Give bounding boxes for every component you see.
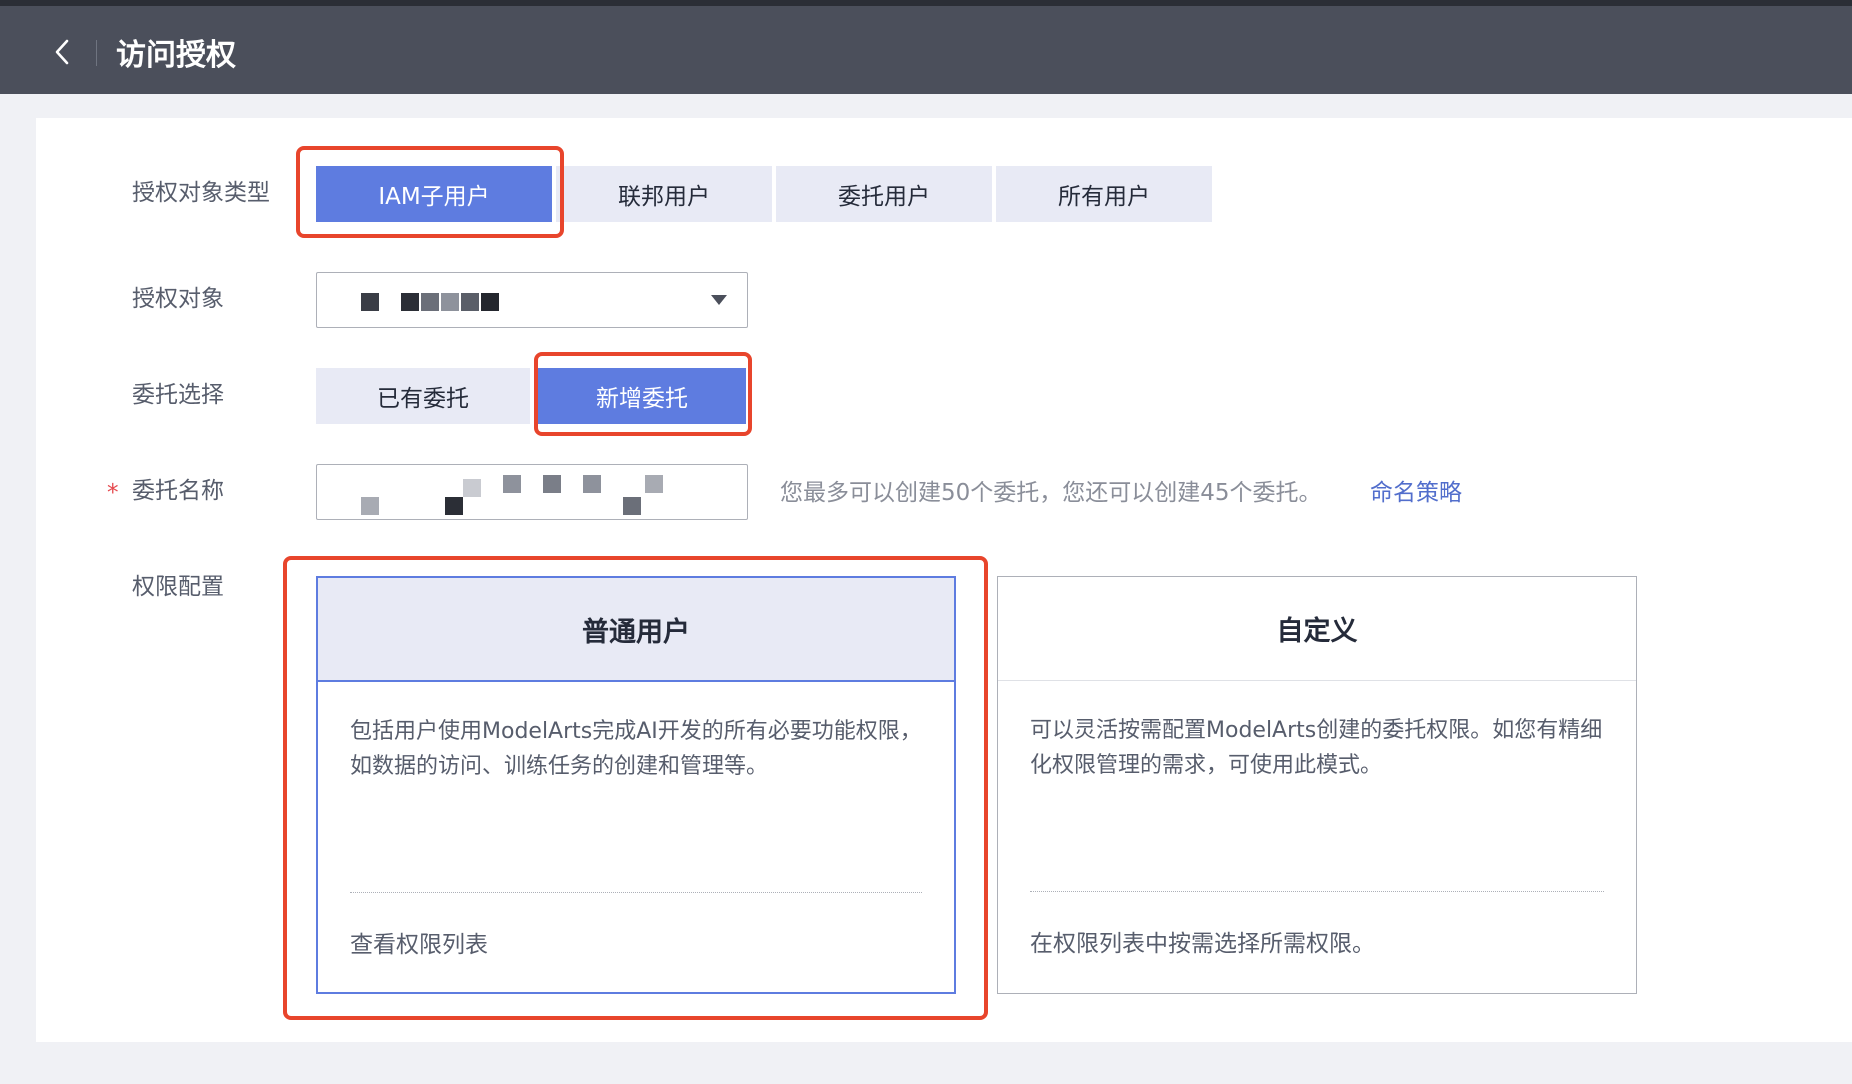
agency-quota-hint: 您最多可以创建50个委托，您还可以创建45个委托。	[780, 480, 1322, 506]
redacted-pixel	[441, 293, 459, 311]
redacted-pixel	[445, 497, 463, 515]
permission-label: 权限配置	[132, 574, 224, 600]
agency-choice-label: 委托选择	[132, 382, 224, 408]
segment-all-users[interactable]: 所有用户	[996, 166, 1212, 222]
view-permission-list-link[interactable]: 查看权限列表	[350, 930, 488, 960]
header-divider	[96, 40, 97, 66]
redacted-pixel	[583, 475, 601, 493]
dotted-divider	[1030, 891, 1604, 892]
redacted-pixel	[401, 293, 419, 311]
redacted-pixel	[461, 293, 479, 311]
agency-name-input[interactable]	[316, 464, 748, 520]
naming-policy-link[interactable]: 命名策略	[1370, 478, 1462, 508]
caret-down-icon	[711, 295, 727, 305]
redacted-pixel	[503, 475, 521, 493]
redacted-pixel	[543, 475, 561, 493]
segment-agency-user[interactable]: 委托用户	[776, 166, 992, 222]
permission-card-title: 自定义	[998, 577, 1636, 681]
subject-label: 授权对象	[132, 286, 224, 312]
permission-card-standard-user[interactable]: 普通用户 包括用户使用ModelArts完成AI开发的所有必要功能权限，如数据的…	[316, 576, 956, 994]
redacted-pixel	[463, 479, 481, 497]
permission-card-custom[interactable]: 自定义 可以灵活按需配置ModelArts创建的委托权限。如您有精细化权限管理的…	[997, 576, 1637, 994]
page-title: 访问授权	[116, 38, 236, 73]
redacted-pixel	[361, 293, 379, 311]
segment-iam-subuser[interactable]: IAM子用户	[316, 166, 552, 222]
subject-select[interactable]	[316, 272, 748, 328]
permission-card-description: 可以灵活按需配置ModelArts创建的委托权限。如您有精细化权限管理的需求，可…	[1030, 718, 1603, 778]
subject-type-label: 授权对象类型	[132, 180, 270, 206]
permission-card-footer-text: 在权限列表中按需选择所需权限。	[1030, 931, 1375, 957]
redacted-pixel	[645, 475, 663, 493]
chevron-left-icon	[55, 39, 69, 65]
back-button[interactable]	[44, 34, 80, 70]
permission-card-description: 包括用户使用ModelArts完成AI开发的所有必要功能权限，如数据的访问、训练…	[350, 719, 922, 779]
required-asterisk: *	[107, 480, 119, 506]
agency-name-label: 委托名称	[132, 478, 224, 504]
redacted-pixel	[481, 293, 499, 311]
segment-federated-user[interactable]: 联邦用户	[556, 166, 772, 222]
permission-card-title: 普通用户	[318, 578, 954, 682]
segment-existing-agency[interactable]: 已有委托	[316, 368, 530, 424]
redacted-pixel	[421, 293, 439, 311]
top-header: 访问授权	[0, 0, 1852, 94]
redacted-pixel	[361, 497, 379, 515]
redacted-pixel	[623, 497, 641, 515]
segment-new-agency[interactable]: 新增委托	[538, 368, 746, 424]
dotted-divider	[350, 892, 922, 893]
